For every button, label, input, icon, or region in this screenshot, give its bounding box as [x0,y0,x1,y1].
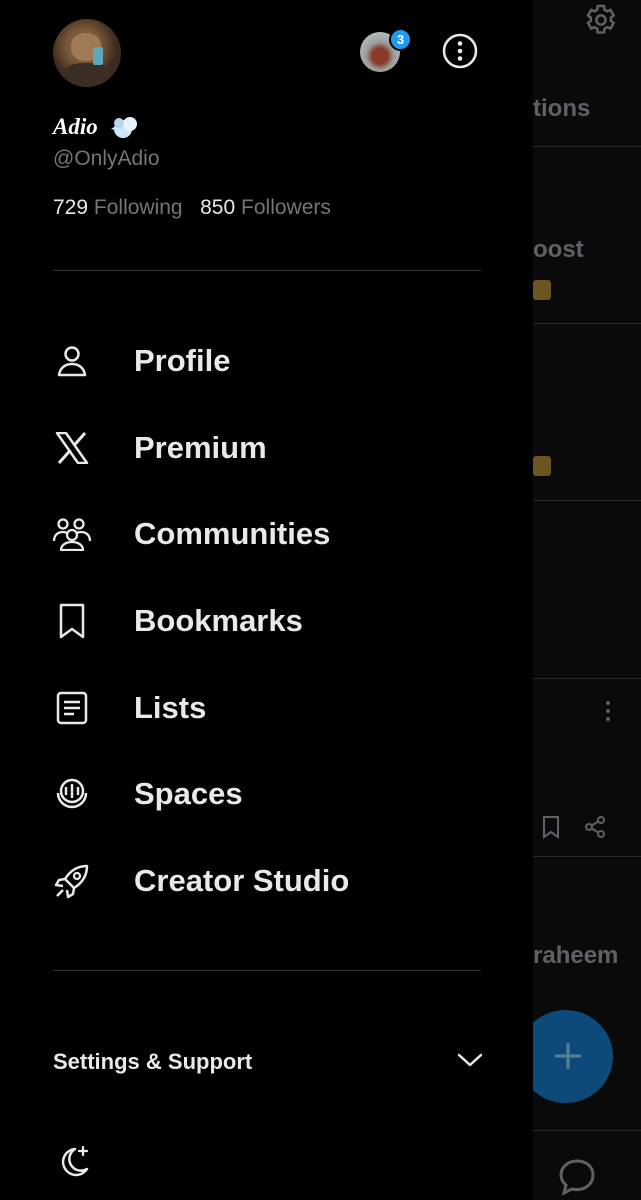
settings-support-label: Settings & Support [53,1049,253,1074]
nav-item-lists[interactable]: Lists [40,678,500,738]
person-icon [52,341,92,381]
nav-item-label: Creator Studio [134,863,350,898]
display-theme-button[interactable] [53,1143,93,1183]
x-logo-icon [52,428,92,468]
more-vertical-icon[interactable] [605,700,611,727]
nav-item-premium[interactable]: Premium [40,418,500,478]
chevron-down-icon [457,1052,483,1073]
user-handle: @OnlyAdio [53,147,160,170]
divider [53,970,481,971]
list-icon [52,688,92,728]
more-options-button[interactable] [442,33,478,74]
nav-item-label: Lists [134,690,207,725]
emoji-image [533,280,551,300]
notification-badge: 3 [389,28,412,51]
plus-icon [552,1040,584,1077]
moon-sparkle-icon [53,1145,93,1187]
more-circle-icon [442,33,478,74]
emoji-image [533,456,551,476]
name-fragment: raheem [533,942,619,969]
communities-icon [52,514,92,554]
settings-support-toggle[interactable]: Settings & Support [53,1040,483,1084]
display-name[interactable]: Adio [53,114,98,140]
messages-icon[interactable] [557,1157,597,1200]
nav-item-bookmarks[interactable]: Bookmarks [40,591,500,651]
following-label: Following [93,196,183,219]
spaces-icon [52,774,92,814]
post-fragment: oost [533,236,584,263]
nav-item-profile[interactable]: Profile [40,331,500,391]
nav-item-spaces[interactable]: Spaces [40,764,500,824]
nav-item-label: Bookmarks [134,603,303,638]
nav-item-label: Spaces [134,776,243,811]
following-link[interactable]: 729 Following [53,196,183,219]
following-count: 729 [53,196,89,219]
compose-button[interactable] [533,1010,613,1103]
sparkle-emoji-icon [111,113,141,146]
followers-link[interactable]: 850 Followers [200,196,331,219]
followers-count: 850 [200,196,236,219]
navigation-drawer: 3 Adio @OnlyAdio 729 Following 850 Follo… [0,0,533,1200]
follow-stats: 729 Following 850 Followers [53,196,331,220]
nav-item-label: Communities [134,516,331,551]
nav-item-communities[interactable]: Communities [40,504,500,564]
avatar[interactable] [53,19,121,87]
divider [53,270,481,271]
rocket-icon [52,861,92,901]
settings-gear-icon[interactable] [581,0,621,45]
share-icon[interactable] [583,815,607,844]
nav-item-label: Premium [134,430,267,465]
bookmark-icon [52,601,92,641]
nav-item-label: Profile [134,343,231,378]
followers-label: Followers [241,196,331,219]
bookmark-icon[interactable] [541,815,561,844]
nav-item-creator-studio[interactable]: Creator Studio [40,851,500,911]
tab-fragment: tions [533,95,591,122]
